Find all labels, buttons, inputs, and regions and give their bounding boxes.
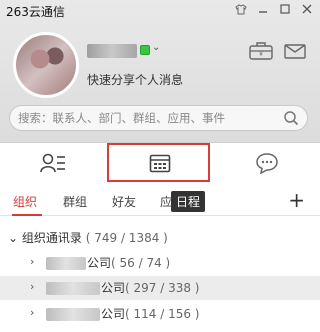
mail-icon[interactable] — [282, 41, 308, 61]
minimize-icon[interactable] — [254, 1, 272, 17]
subtab-groups[interactable]: 群组 — [63, 193, 87, 210]
tab-messages[interactable] — [213, 144, 320, 182]
company-label: 公司( 114 / 156 ) — [101, 307, 200, 321]
company-name-redacted — [46, 282, 100, 295]
directory-root-label: 组织通讯录 — [21, 231, 82, 245]
profile-header: 263云通信 ⌄ 快速分享个人消息 ¥ 搜索：联系人、部门、群组、应用、事件 — [0, 0, 320, 143]
directory-root[interactable]: ⌄ 组织通讯录 ( 749 / 1384 ) — [8, 229, 168, 246]
company-label: 公司( 297 / 338 ) — [101, 281, 200, 295]
expand-arrow-icon[interactable]: › — [30, 255, 34, 268]
calendar-tooltip: 日程 — [171, 191, 205, 212]
online-status-icon[interactable] — [140, 45, 150, 55]
add-icon[interactable]: + — [288, 188, 305, 212]
company-node[interactable]: › 公司( 297 / 338 ) — [0, 276, 320, 300]
subtabs: 组织 群组 好友 应 + — [0, 188, 320, 216]
personal-signature[interactable]: 快速分享个人消息 — [87, 71, 183, 88]
username-redacted — [87, 44, 137, 58]
search-box[interactable]: 搜索：联系人、部门、群组、应用、事件 — [9, 105, 308, 131]
skin-icon[interactable] — [232, 1, 250, 17]
chevron-down-icon[interactable]: ⌄ — [152, 42, 160, 53]
briefcase-icon[interactable]: ¥ — [248, 41, 274, 61]
tab-contacts[interactable] — [0, 144, 107, 182]
search-icon[interactable] — [283, 110, 299, 126]
contacts-icon — [40, 153, 66, 173]
tab-calendar[interactable] — [107, 144, 214, 182]
company-node[interactable]: › 公司( 56 / 74 ) — [0, 251, 320, 275]
window-controls — [232, 1, 316, 17]
subtab-organization[interactable]: 组织 — [13, 193, 37, 210]
close-icon[interactable] — [298, 1, 316, 17]
maximize-icon[interactable] — [276, 1, 294, 17]
company-node[interactable]: › 公司( 114 / 156 ) — [0, 302, 320, 326]
app-title: 263云通信 — [6, 5, 65, 19]
avatar[interactable] — [13, 32, 79, 98]
main-tabs — [0, 144, 320, 182]
company-name-redacted — [46, 308, 100, 321]
expand-arrow-icon[interactable]: › — [30, 280, 34, 293]
active-tab-underline — [12, 214, 42, 216]
company-label: 公司( 56 / 74 ) — [87, 256, 171, 270]
expand-chevron-icon[interactable]: ⌄ — [8, 231, 18, 245]
subtab-friends[interactable]: 好友 — [112, 193, 136, 210]
svg-text:¥: ¥ — [259, 51, 263, 58]
calendar-icon — [149, 154, 171, 173]
company-name-redacted — [46, 257, 86, 270]
directory-root-count: ( 749 / 1384 ) — [85, 231, 168, 245]
search-input[interactable]: 搜索：联系人、部门、群组、应用、事件 — [18, 110, 283, 126]
expand-arrow-icon[interactable]: › — [30, 306, 34, 319]
chat-bubble-icon — [255, 153, 278, 174]
